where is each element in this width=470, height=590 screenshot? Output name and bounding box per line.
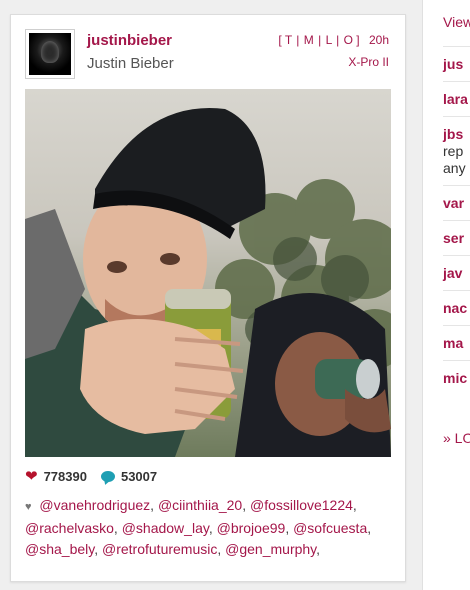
list-item: jus: [443, 46, 470, 81]
list-item: jav: [443, 255, 470, 290]
list-item: jbs rep any: [443, 116, 470, 185]
username-link[interactable]: justinbieber: [87, 32, 172, 49]
view-link[interactable]: View: [443, 14, 470, 30]
link-m[interactable]: M: [304, 33, 314, 47]
link-o[interactable]: O: [344, 33, 353, 47]
filter-name: X-Pro II: [348, 55, 389, 69]
liker-link[interactable]: @brojoe99: [217, 520, 286, 536]
comments-count: 53007: [120, 468, 158, 484]
comment-user[interactable]: mic: [443, 370, 467, 386]
liker-link[interactable]: @retrofuturemusic: [102, 541, 217, 557]
comment-user[interactable]: jav: [443, 265, 462, 281]
post-photo[interactable]: [25, 89, 391, 457]
comments-sidebar: View jus lara jbsrep any var ser jav nac…: [422, 0, 470, 590]
photo-illustration: [25, 108, 391, 457]
post-stats: ❤ 778390 53007: [25, 467, 157, 485]
likes-count: 778390: [43, 468, 87, 484]
post-meta: [ T | M | L | O ] 20h: [278, 33, 389, 47]
comment-user[interactable]: ma: [443, 335, 463, 351]
photo-card: justinbieber Justin Bieber [ T | M | L |…: [10, 14, 406, 582]
liker-link[interactable]: @ciinthiia_20: [158, 497, 242, 513]
liker-link[interactable]: @sofcuesta: [293, 520, 367, 536]
comment-user[interactable]: ser: [443, 230, 464, 246]
likers-list: ♥ @vanehrodriguez, @ciinthiia_20, @fossi…: [25, 497, 372, 557]
heart-icon[interactable]: ❤: [25, 467, 38, 485]
liker-link[interactable]: @gen_murphy: [225, 541, 316, 557]
comment-user[interactable]: jus: [443, 56, 463, 72]
liker-link[interactable]: @vanehrodriguez: [39, 497, 150, 513]
comment-user[interactable]: nac: [443, 300, 467, 316]
list-item: var: [443, 185, 470, 220]
comment-bubble-icon[interactable]: [100, 470, 115, 482]
comment-list: jus lara jbs rep any var ser jav nac ma m…: [443, 46, 470, 395]
full-name: Justin Bieber: [87, 55, 174, 72]
link-t[interactable]: T: [285, 33, 292, 47]
load-more-link[interactable]: » LO: [443, 430, 470, 446]
list-item: lara: [443, 81, 470, 116]
list-item: ser: [443, 220, 470, 255]
post-time: 20h: [368, 33, 389, 47]
list-item: mic: [443, 360, 470, 395]
comment-user[interactable]: lara: [443, 91, 468, 107]
liker-link[interactable]: @rachelvasko: [25, 520, 114, 536]
list-item: ma: [443, 325, 470, 360]
list-item: nac: [443, 290, 470, 325]
liker-link[interactable]: @shadow_lay: [122, 520, 209, 536]
comment-text: rep any: [443, 143, 466, 176]
liker-link[interactable]: @fossillove1224: [250, 497, 353, 513]
link-l[interactable]: L: [326, 33, 332, 47]
comment-user[interactable]: jbs: [443, 126, 463, 142]
avatar[interactable]: [25, 29, 75, 79]
small-heart-icon: ♥: [25, 501, 32, 513]
liker-link[interactable]: @sha_bely: [25, 541, 94, 557]
comment-user[interactable]: var: [443, 195, 464, 211]
